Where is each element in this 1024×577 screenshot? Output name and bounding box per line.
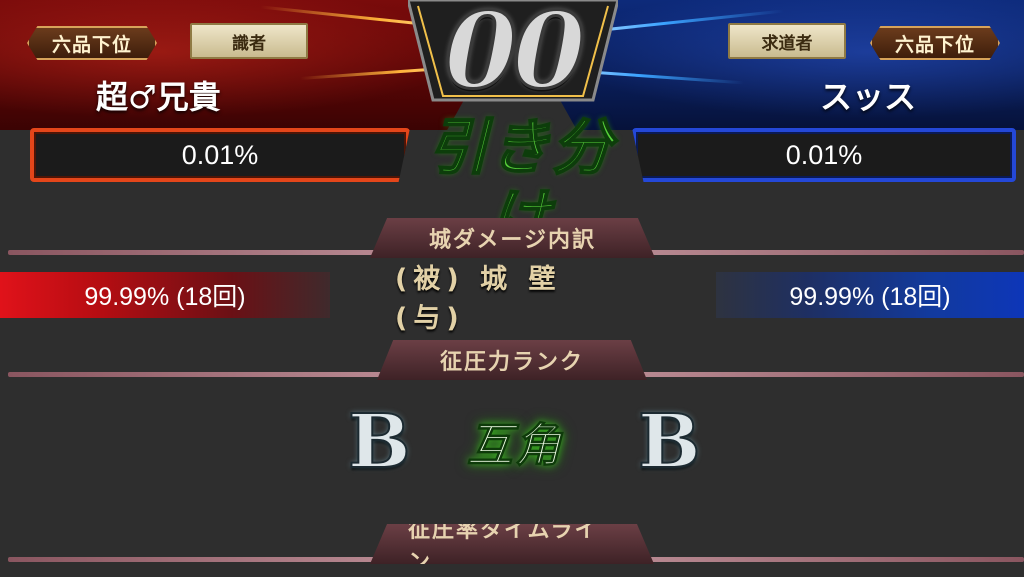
rank-comparison-result: 互角 xyxy=(467,418,563,473)
match-score: 00 xyxy=(443,0,587,112)
match-header: 六品下位 識者 求道者 六品下位 超♂兄貴 スッス 0.01% 0.01% 00… xyxy=(0,0,1024,254)
conquest-rank-title: 征圧力ランク xyxy=(377,340,647,380)
right-rank-grade: B xyxy=(637,399,702,485)
left-rank-badge: 六品下位 xyxy=(27,26,157,60)
left-conquest-rate: 0.01% xyxy=(30,128,410,182)
left-rank-grade: B xyxy=(347,399,412,485)
right-player-name: スッス xyxy=(820,78,917,116)
left-player-name: 超♂兄貴 xyxy=(96,78,221,116)
right-class-badge: 求道者 xyxy=(728,23,846,59)
right-damage-value: 99.99% (18回) xyxy=(716,272,1024,318)
timeline-title: 征圧率タイムライン xyxy=(370,524,654,564)
damage-breakdown-title: 城ダメージ内訳 xyxy=(370,218,655,258)
castle-wall-label: (被) 城 壁 (与) xyxy=(395,264,562,334)
right-conquest-rate: 0.01% xyxy=(632,128,1016,182)
left-damage-value: 99.99% (18回) xyxy=(0,272,330,318)
left-class-badge: 識者 xyxy=(190,23,308,59)
right-rank-badge: 六品下位 xyxy=(870,26,1000,60)
